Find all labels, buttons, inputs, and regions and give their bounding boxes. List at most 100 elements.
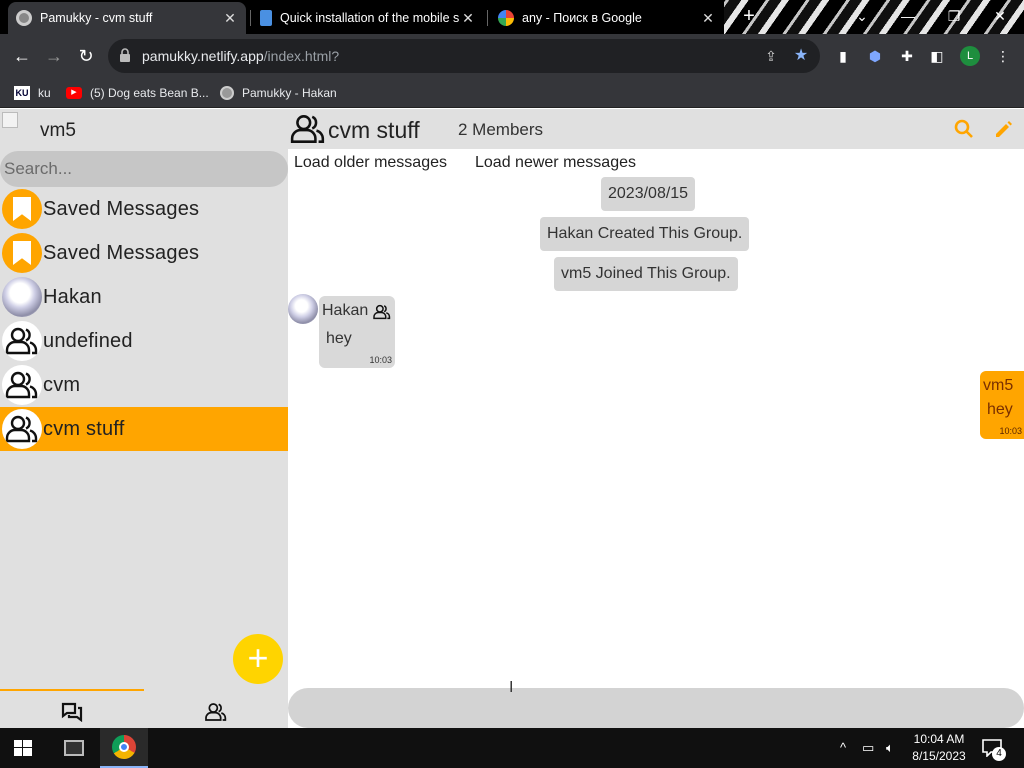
show-hidden-icons-chevron[interactable]: ^ — [840, 740, 846, 755]
virtual-machine-icon — [64, 740, 84, 756]
active-tab-indicator — [0, 689, 144, 691]
contacts-icon — [205, 703, 227, 721]
bookmark-youtube[interactable]: ▶ (5) Dog eats Bean B... — [66, 83, 209, 103]
search-input[interactable] — [0, 151, 288, 187]
message-text: hey — [987, 401, 1013, 418]
google-icon — [498, 10, 514, 26]
chat-item-name: cvm — [43, 373, 81, 396]
group-icon — [2, 321, 42, 361]
extensions-puzzle-icon[interactable]: ✚ — [898, 46, 916, 66]
taskbar-app-vm[interactable] — [50, 728, 98, 768]
edit-pencil-icon[interactable] — [994, 119, 1014, 139]
browser-tabstrip: Pamukky - cvm stuff ✕ Quick installation… — [0, 0, 1024, 34]
current-user: vm5 — [0, 109, 288, 151]
new-chat-button[interactable]: + — [233, 634, 283, 684]
load-newer-link[interactable]: Load newer messages — [475, 154, 636, 172]
url-path: /index.html? — [263, 48, 340, 64]
bookmark-label: ku — [38, 86, 51, 100]
bookmark-pamukky-hakan[interactable]: Pamukky - Hakan — [220, 83, 337, 103]
windows-taskbar: ^ ▭ 🔈︎ 10:04 AM 8/15/2023 4 — [0, 728, 1024, 768]
chats-icon — [61, 702, 83, 722]
network-icon[interactable]: ▭ — [862, 740, 874, 756]
bookmark-ku[interactable]: KU ku — [14, 83, 51, 103]
member-count[interactable]: 2 Members — [458, 120, 543, 140]
extension-doc-icon[interactable]: ▮ — [834, 46, 852, 66]
share-icon[interactable]: ⇪ — [762, 47, 780, 65]
chat-item-name: undefined — [43, 329, 133, 352]
back-arrow-icon[interactable]: ← — [10, 44, 34, 68]
date-separator: 2023/08/15 — [601, 177, 696, 211]
chat-item-name: Saved Messages — [43, 197, 200, 220]
group-icon — [2, 409, 42, 449]
load-older-link[interactable]: Load older messages — [294, 154, 447, 172]
chat-item-undefined[interactable]: undefined — [0, 319, 288, 363]
side-panel-icon[interactable]: ◧ — [928, 46, 946, 66]
system-clock[interactable]: 10:04 AM 8/15/2023 — [904, 731, 974, 765]
chat-item-cvm[interactable]: cvm — [0, 363, 288, 407]
text-cursor-icon: I — [509, 679, 514, 696]
bookmark-label: Pamukky - Hakan — [242, 86, 337, 100]
incoming-message[interactable]: Hakan hey 10:03 — [319, 296, 395, 368]
bookmark-icon — [2, 233, 42, 273]
browser-menu-icon[interactable]: ⋮ — [994, 46, 1012, 66]
sender-avatar[interactable] — [288, 294, 318, 324]
youtube-icon: ▶ — [66, 87, 82, 99]
chat-item-hakan[interactable]: Hakan — [0, 275, 288, 319]
tab-chats[interactable] — [0, 699, 144, 725]
close-tab-icon[interactable]: ✕ — [222, 10, 238, 27]
user-avatar — [2, 277, 42, 317]
taskbar-app-chrome[interactable] — [100, 728, 148, 768]
message-sender: vm5 — [983, 377, 1014, 394]
forward-arrow-icon[interactable]: → — [42, 44, 66, 68]
tab-title: Quick installation of the mobile s — [280, 11, 460, 25]
extension-shield-icon[interactable]: ⬢ — [866, 46, 884, 66]
clock-date: 8/15/2023 — [912, 749, 966, 763]
tab-title: Pamukky - cvm stuff — [40, 11, 153, 25]
notification-count-badge: 4 — [992, 747, 1006, 761]
globe-icon — [16, 10, 32, 26]
message-time: 10:03 — [369, 355, 392, 365]
lock-icon — [120, 48, 130, 62]
volume-icon[interactable]: 🔈︎ — [886, 740, 894, 756]
chat-item-name: cvm stuff — [43, 417, 125, 440]
windows-start-icon[interactable] — [14, 740, 32, 756]
url-host: pamukky.netlify.app — [142, 48, 264, 64]
browser-tab-quick-install[interactable]: Quick installation of the mobile s ✕ — [252, 2, 484, 34]
message-time: 10:03 — [999, 426, 1022, 436]
new-tab-button[interactable]: + — [738, 5, 760, 27]
address-bar[interactable]: pamukky.netlify.app/index.html? ⇪ ★ — [108, 39, 820, 73]
reload-icon[interactable]: ↻ — [74, 44, 98, 68]
close-window-button[interactable]: ✕ — [980, 4, 1020, 28]
tab-search-chevron-icon[interactable]: ⌄ — [842, 4, 882, 28]
tab-contacts[interactable] — [144, 699, 288, 725]
chat-item-saved-messages[interactable]: Saved Messages — [0, 231, 288, 275]
message-input[interactable] — [288, 688, 1024, 728]
group-icon — [2, 365, 42, 405]
chat-item-name: Saved Messages — [43, 241, 200, 264]
chat-item-saved-messages[interactable]: Saved Messages — [0, 187, 288, 231]
browser-tab-google[interactable]: any - Поиск в Google ✕ — [490, 2, 724, 34]
tab-title: any - Поиск в Google — [522, 11, 642, 25]
search-icon[interactable] — [954, 119, 974, 139]
current-user-name: vm5 — [40, 120, 76, 141]
restore-button[interactable]: ❐ — [934, 4, 974, 28]
url-text: pamukky.netlify.app/index.html? — [142, 48, 339, 64]
browser-tab-pamukky[interactable]: Pamukky - cvm stuff ✕ — [8, 2, 246, 34]
profile-avatar[interactable]: L — [960, 46, 980, 66]
minimize-button[interactable]: — — [888, 4, 928, 28]
group-member-icon — [373, 304, 391, 320]
chat-item-cvm-stuff[interactable]: cvm stuff — [0, 407, 288, 451]
close-tab-icon[interactable]: ✕ — [700, 10, 716, 27]
chat-title: cvm stuff — [328, 117, 420, 143]
outgoing-message[interactable]: vm5 hey 10:03 — [980, 371, 1024, 439]
chat-view: cvm stuff 2 Members Load older messages … — [288, 109, 1024, 728]
close-tab-icon[interactable]: ✕ — [460, 10, 476, 27]
chat-item-name: Hakan — [43, 285, 102, 308]
chat-sidebar: vm5 Saved Messages Saved Messages Hakan … — [0, 109, 288, 728]
bookmark-star-icon[interactable]: ★ — [792, 47, 810, 65]
system-message: vm5 Joined This Group. — [554, 257, 738, 291]
browser-toolbar: ← → ↻ pamukky.netlify.app/index.html? ⇪ … — [0, 34, 1024, 78]
bookmark-icon — [2, 189, 42, 229]
document-icon — [260, 10, 272, 26]
chat-list: Saved Messages Saved Messages Hakan unde… — [0, 187, 288, 451]
